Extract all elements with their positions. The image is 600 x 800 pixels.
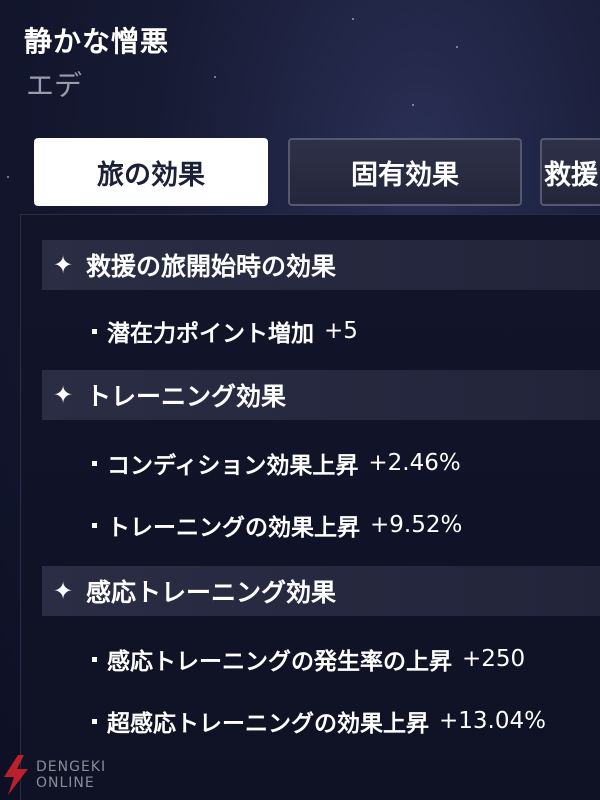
watermark-line: DENGEKI xyxy=(36,759,107,775)
sparkle-icon: ✦ xyxy=(52,251,74,279)
sparkle-icon: ✦ xyxy=(52,577,74,605)
effect-value: +250 xyxy=(462,646,526,672)
effect-name: 超感応トレーニングの効果上昇 xyxy=(107,711,429,737)
page-title: 静かな憎悪 xyxy=(24,25,170,58)
tab-label: 固有効果 xyxy=(351,159,459,191)
section-title: 救援の旅開始時の効果 xyxy=(86,252,337,281)
sparkle-icon: ✦ xyxy=(52,381,74,409)
tab-unique-effects[interactable]: 固有効果 xyxy=(288,138,522,206)
bullet-icon xyxy=(92,460,97,466)
section-header: ✦ トレーニング効果 xyxy=(42,370,600,420)
effect-name: 潜在力ポイント増加 xyxy=(107,321,314,347)
effect-item: 超感応トレーニングの効果上昇 +13.04% xyxy=(92,704,546,738)
section-header: ✦ 感応トレーニング効果 xyxy=(42,566,600,616)
effect-name: 感応トレーニングの発生率の上昇 xyxy=(107,649,452,675)
bullet-icon xyxy=(92,656,97,662)
section-header: ✦ 救援の旅開始時の効果 xyxy=(42,240,600,290)
background-star xyxy=(214,76,216,78)
section-title: トレーニング効果 xyxy=(86,382,287,411)
bullet-icon xyxy=(92,328,97,334)
tab-journey-effects[interactable]: 旅の効果 xyxy=(34,138,268,206)
lightning-bolt-icon xyxy=(4,755,28,795)
effect-item: コンディション効果上昇 +2.46% xyxy=(92,446,461,480)
background-star xyxy=(352,18,354,20)
effect-item: 潜在力ポイント増加 +5 xyxy=(92,314,358,348)
effect-item: トレーニングの効果上昇 +9.52% xyxy=(92,508,462,542)
watermark-logo: DENGEKI ONLINE xyxy=(2,752,132,798)
background-star xyxy=(456,46,458,48)
effect-value: +5 xyxy=(324,318,358,344)
tab-rescue[interactable]: 救援 xyxy=(540,138,600,206)
effect-name: コンディション効果上昇 xyxy=(107,453,359,479)
background-star xyxy=(7,176,9,178)
bullet-icon xyxy=(92,718,97,724)
effect-value: +2.46% xyxy=(368,450,461,476)
bullet-icon xyxy=(92,522,97,528)
effect-name: トレーニングの効果上昇 xyxy=(107,515,360,541)
effect-value: +13.04% xyxy=(439,708,546,734)
page-subtitle: エデ xyxy=(26,69,83,102)
effect-item: 感応トレーニングの発生率の上昇 +250 xyxy=(92,642,525,676)
watermark-text: DENGEKI ONLINE xyxy=(36,759,106,791)
tab-label: 救援 xyxy=(544,159,598,191)
watermark-line: ONLINE xyxy=(36,775,95,791)
section-title: 感応トレーニング効果 xyxy=(86,578,337,607)
effect-value: +9.52% xyxy=(370,512,463,538)
background-star xyxy=(412,104,414,106)
tab-label: 旅の効果 xyxy=(97,159,205,191)
